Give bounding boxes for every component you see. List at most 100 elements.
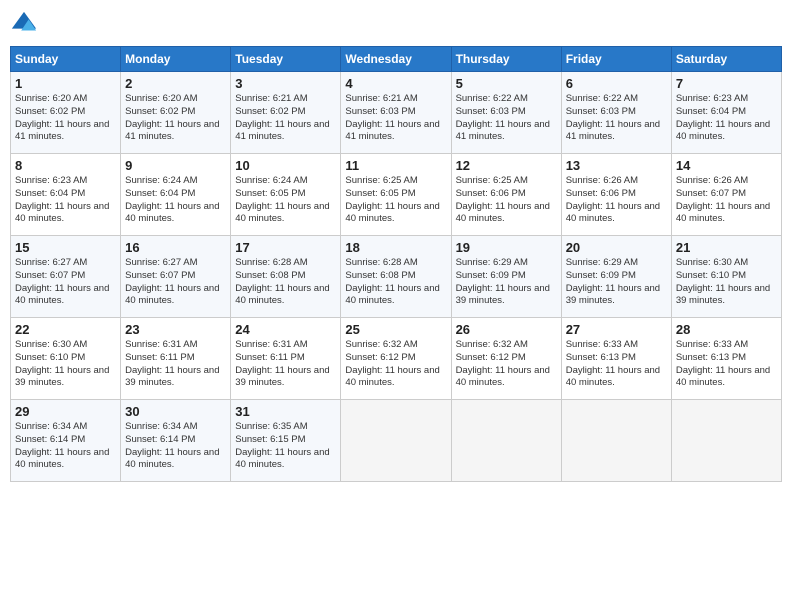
day-info: Sunrise: 6:26 AMSunset: 6:06 PMDaylight:… (566, 175, 667, 226)
day-info: Sunrise: 6:29 AMSunset: 6:09 PMDaylight:… (456, 257, 557, 308)
day-info: Sunrise: 6:23 AMSunset: 6:04 PMDaylight:… (676, 93, 777, 144)
day-info: Sunrise: 6:24 AMSunset: 6:04 PMDaylight:… (125, 175, 226, 226)
day-info: Sunrise: 6:34 AMSunset: 6:14 PMDaylight:… (15, 421, 116, 472)
calendar-cell: 2 Sunrise: 6:20 AMSunset: 6:02 PMDaylight… (121, 72, 231, 154)
calendar-cell: 30Sunrise: 6:34 AMSunset: 6:14 PMDayligh… (121, 400, 231, 482)
calendar-cell: 7 Sunrise: 6:23 AMSunset: 6:04 PMDaylight… (671, 72, 781, 154)
column-header-tuesday: Tuesday (231, 47, 341, 72)
day-number: 23 (125, 322, 226, 337)
day-info: Sunrise: 6:21 AMSunset: 6:02 PMDaylight:… (235, 93, 336, 144)
calendar-cell: 29 Sunrise: 6:34 AMSunset: 6:14 PMDayligh… (11, 400, 121, 482)
day-number: 24 (235, 322, 336, 337)
calendar-cell: 5 Sunrise: 6:22 AMSunset: 6:03 PMDaylight… (451, 72, 561, 154)
day-number: 7 (676, 76, 777, 91)
day-number: 9 (125, 158, 226, 173)
calendar-cell: 13 Sunrise: 6:26 AMSunset: 6:06 PMDayligh… (561, 154, 671, 236)
day-number: 25 (345, 322, 446, 337)
calendar-cell: 15 Sunrise: 6:27 AMSunset: 6:07 PMDayligh… (11, 236, 121, 318)
day-info: Sunrise: 6:33 AMSunset: 6:13 PMDaylight:… (566, 339, 667, 390)
day-info: Sunrise: 6:27 AMSunset: 6:07 PMDaylight:… (15, 257, 116, 308)
day-number: 3 (235, 76, 336, 91)
day-info: Sunrise: 6:22 AMSunset: 6:03 PMDaylight:… (456, 93, 557, 144)
day-info: Sunrise: 6:30 AMSunset: 6:10 PMDaylight:… (15, 339, 116, 390)
day-number: 14 (676, 158, 777, 173)
day-number: 17 (235, 240, 336, 255)
calendar-cell (671, 400, 781, 482)
day-info: Sunrise: 6:31 AMSunset: 6:11 PMDaylight:… (235, 339, 336, 390)
day-info: Sunrise: 6:33 AMSunset: 6:13 PMDaylight:… (676, 339, 777, 390)
calendar-cell: 1 Sunrise: 6:20 AMSunset: 6:02 PMDaylight… (11, 72, 121, 154)
column-header-thursday: Thursday (451, 47, 561, 72)
day-info: Sunrise: 6:27 AMSunset: 6:07 PMDaylight:… (125, 257, 226, 308)
calendar-cell: 27 Sunrise: 6:33 AMSunset: 6:13 PMDayligh… (561, 318, 671, 400)
day-number: 20 (566, 240, 667, 255)
calendar-cell: 20 Sunrise: 6:29 AMSunset: 6:09 PMDayligh… (561, 236, 671, 318)
day-info: Sunrise: 6:22 AMSunset: 6:03 PMDaylight:… (566, 93, 667, 144)
calendar-week-5: 29 Sunrise: 6:34 AMSunset: 6:14 PMDayligh… (11, 400, 782, 482)
day-number: 31 (235, 404, 336, 419)
calendar-cell: 14Sunrise: 6:26 AMSunset: 6:07 PMDayligh… (671, 154, 781, 236)
day-number: 26 (456, 322, 557, 337)
column-header-saturday: Saturday (671, 47, 781, 72)
day-info: Sunrise: 6:25 AMSunset: 6:05 PMDaylight:… (345, 175, 446, 226)
day-number: 6 (566, 76, 667, 91)
calendar-table: SundayMondayTuesdayWednesdayThursdayFrid… (10, 46, 782, 482)
day-number: 2 (125, 76, 226, 91)
day-info: Sunrise: 6:35 AMSunset: 6:15 PMDaylight:… (235, 421, 336, 472)
day-info: Sunrise: 6:29 AMSunset: 6:09 PMDaylight:… (566, 257, 667, 308)
day-number: 18 (345, 240, 446, 255)
calendar-week-1: 1 Sunrise: 6:20 AMSunset: 6:02 PMDaylight… (11, 72, 782, 154)
day-number: 12 (456, 158, 557, 173)
day-info: Sunrise: 6:21 AMSunset: 6:03 PMDaylight:… (345, 93, 446, 144)
day-info: Sunrise: 6:24 AMSunset: 6:05 PMDaylight:… (235, 175, 336, 226)
day-number: 29 (15, 404, 116, 419)
page-header (10, 10, 782, 38)
day-number: 8 (15, 158, 116, 173)
day-info: Sunrise: 6:25 AMSunset: 6:06 PMDaylight:… (456, 175, 557, 226)
calendar-week-3: 15 Sunrise: 6:27 AMSunset: 6:07 PMDayligh… (11, 236, 782, 318)
calendar-cell: 31 Sunrise: 6:35 AMSunset: 6:15 PMDayligh… (231, 400, 341, 482)
day-info: Sunrise: 6:28 AMSunset: 6:08 PMDaylight:… (345, 257, 446, 308)
day-number: 13 (566, 158, 667, 173)
day-number: 28 (676, 322, 777, 337)
calendar-cell (451, 400, 561, 482)
day-number: 11 (345, 158, 446, 173)
calendar-cell: 25 Sunrise: 6:32 AMSunset: 6:12 PMDayligh… (341, 318, 451, 400)
calendar-cell: 24 Sunrise: 6:31 AMSunset: 6:11 PMDayligh… (231, 318, 341, 400)
day-number: 19 (456, 240, 557, 255)
calendar-cell: 3 Sunrise: 6:21 AMSunset: 6:02 PMDaylight… (231, 72, 341, 154)
calendar-cell: 26 Sunrise: 6:32 AMSunset: 6:12 PMDayligh… (451, 318, 561, 400)
day-info: Sunrise: 6:32 AMSunset: 6:12 PMDaylight:… (345, 339, 446, 390)
day-info: Sunrise: 6:20 AMSunset: 6:02 PMDaylight:… (15, 93, 116, 144)
day-info: Sunrise: 6:28 AMSunset: 6:08 PMDaylight:… (235, 257, 336, 308)
calendar-cell (561, 400, 671, 482)
calendar-cell: 4 Sunrise: 6:21 AMSunset: 6:03 PMDaylight… (341, 72, 451, 154)
calendar-body: 1 Sunrise: 6:20 AMSunset: 6:02 PMDaylight… (11, 72, 782, 482)
logo-icon (10, 10, 38, 38)
day-number: 30 (125, 404, 226, 419)
calendar-cell: 16 Sunrise: 6:27 AMSunset: 6:07 PMDayligh… (121, 236, 231, 318)
day-info: Sunrise: 6:32 AMSunset: 6:12 PMDaylight:… (456, 339, 557, 390)
calendar-week-2: 8Sunrise: 6:23 AMSunset: 6:04 PMDaylight… (11, 154, 782, 236)
day-number: 16 (125, 240, 226, 255)
day-number: 5 (456, 76, 557, 91)
day-number: 1 (15, 76, 116, 91)
calendar-cell: 9 Sunrise: 6:24 AMSunset: 6:04 PMDaylight… (121, 154, 231, 236)
calendar-cell: 22 Sunrise: 6:30 AMSunset: 6:10 PMDayligh… (11, 318, 121, 400)
calendar-cell: 12 Sunrise: 6:25 AMSunset: 6:06 PMDayligh… (451, 154, 561, 236)
day-number: 10 (235, 158, 336, 173)
day-info: Sunrise: 6:20 AMSunset: 6:02 PMDaylight:… (125, 93, 226, 144)
day-info: Sunrise: 6:30 AMSunset: 6:10 PMDaylight:… (676, 257, 777, 308)
day-number: 22 (15, 322, 116, 337)
calendar-cell: 19 Sunrise: 6:29 AMSunset: 6:09 PMDayligh… (451, 236, 561, 318)
day-number: 15 (15, 240, 116, 255)
day-number: 27 (566, 322, 667, 337)
day-info: Sunrise: 6:31 AMSunset: 6:11 PMDaylight:… (125, 339, 226, 390)
calendar-cell (341, 400, 451, 482)
day-number: 4 (345, 76, 446, 91)
logo (10, 10, 42, 38)
day-number: 21 (676, 240, 777, 255)
column-header-monday: Monday (121, 47, 231, 72)
calendar-cell: 18 Sunrise: 6:28 AMSunset: 6:08 PMDayligh… (341, 236, 451, 318)
column-header-sunday: Sunday (11, 47, 121, 72)
